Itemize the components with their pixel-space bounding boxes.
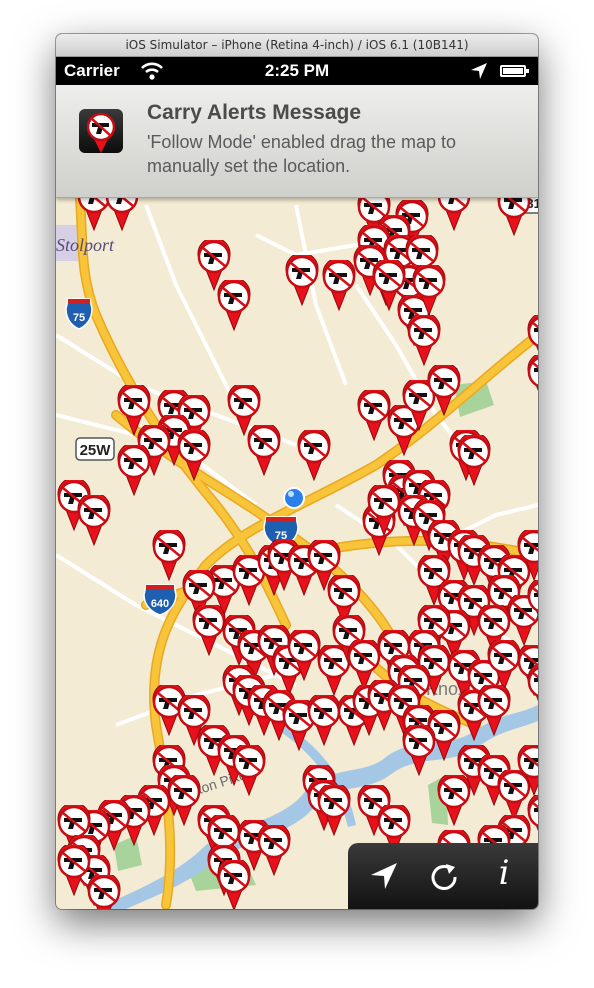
stolport-label: Stolport	[56, 235, 115, 255]
alert-message: 'Follow Mode' enabled drag the map to ma…	[147, 132, 457, 176]
simulator-title: iOS Simulator – iPhone (Retina 4-inch) /…	[56, 34, 538, 57]
no-gun-sign-icon	[79, 109, 123, 153]
info-icon: i	[498, 853, 510, 893]
svg-text:640: 640	[151, 598, 169, 610]
app-screen: 75 75 640 40 Stolport 25W	[56, 85, 538, 909]
refresh-icon	[431, 864, 457, 890]
alert-banner[interactable]: Carry Alerts Message 'Follow Mode' enabl…	[56, 85, 538, 198]
map-toolbar: i	[348, 843, 538, 909]
locate-button[interactable]	[354, 843, 414, 909]
svg-text:75: 75	[73, 312, 85, 324]
map-view[interactable]: 75 75 640 40 Stolport 25W	[56, 85, 538, 909]
status-bar: Carrier 2:25 PM	[56, 57, 538, 85]
location-arrow-icon	[371, 863, 397, 889]
user-location-dot	[283, 487, 305, 509]
svg-text:25W: 25W	[80, 442, 112, 459]
alert-title: Carry Alerts Message	[147, 101, 361, 124]
simulator-window: iOS Simulator – iPhone (Retina 4-inch) /…	[56, 34, 538, 909]
user-location-highlight	[288, 491, 294, 497]
refresh-button[interactable]	[414, 843, 474, 909]
status-time: 2:25 PM	[264, 61, 330, 80]
battery-icon	[500, 65, 529, 77]
location-arrow-icon	[471, 63, 487, 79]
no-gun-pin-icon[interactable]	[86, 873, 122, 909]
info-button[interactable]: i	[474, 843, 534, 909]
route-25w-label: 25W	[75, 437, 115, 461]
